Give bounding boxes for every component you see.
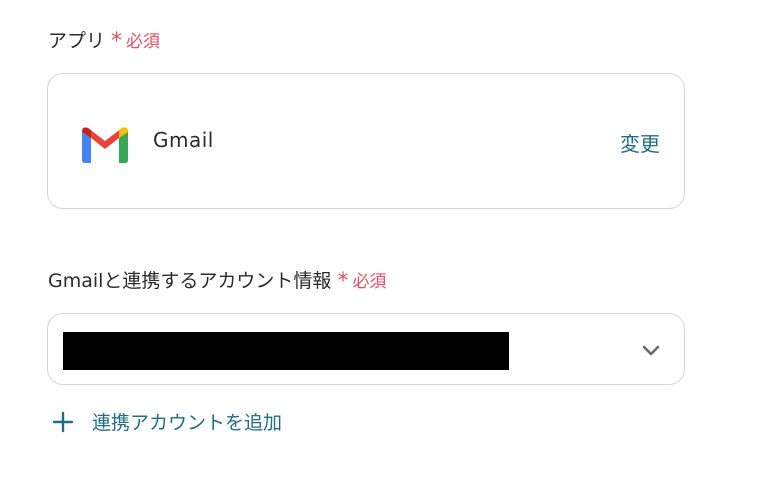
redacted-account-value — [63, 332, 509, 370]
plus-icon — [52, 411, 74, 432]
required-asterisk: * — [337, 268, 349, 294]
add-account-label: 連携アカウントを追加 — [92, 412, 283, 434]
required-asterisk: * — [111, 28, 123, 54]
gmail-icon — [82, 127, 128, 163]
app-field-label: アプリ * 必須 — [48, 26, 160, 53]
required-text: 必須 — [126, 32, 161, 52]
required-indicator: * 必須 — [111, 27, 160, 52]
required-indicator: * 必須 — [337, 267, 386, 292]
add-account-button[interactable]: 連携アカウントを追加 — [52, 408, 282, 435]
change-app-button[interactable]: 変更 — [620, 128, 660, 157]
required-text: 必須 — [352, 272, 387, 292]
account-select-dropdown[interactable] — [47, 313, 685, 385]
account-label-text: Gmailと連携するアカウント情報 — [48, 270, 332, 292]
account-field-label: Gmailと連携するアカウント情報 * 必須 — [48, 266, 386, 293]
app-name: Gmail — [153, 128, 214, 152]
chevron-down-icon[interactable] — [640, 340, 662, 360]
app-label-text: アプリ — [48, 30, 106, 52]
selected-app-card: Gmail 変更 — [47, 73, 685, 209]
